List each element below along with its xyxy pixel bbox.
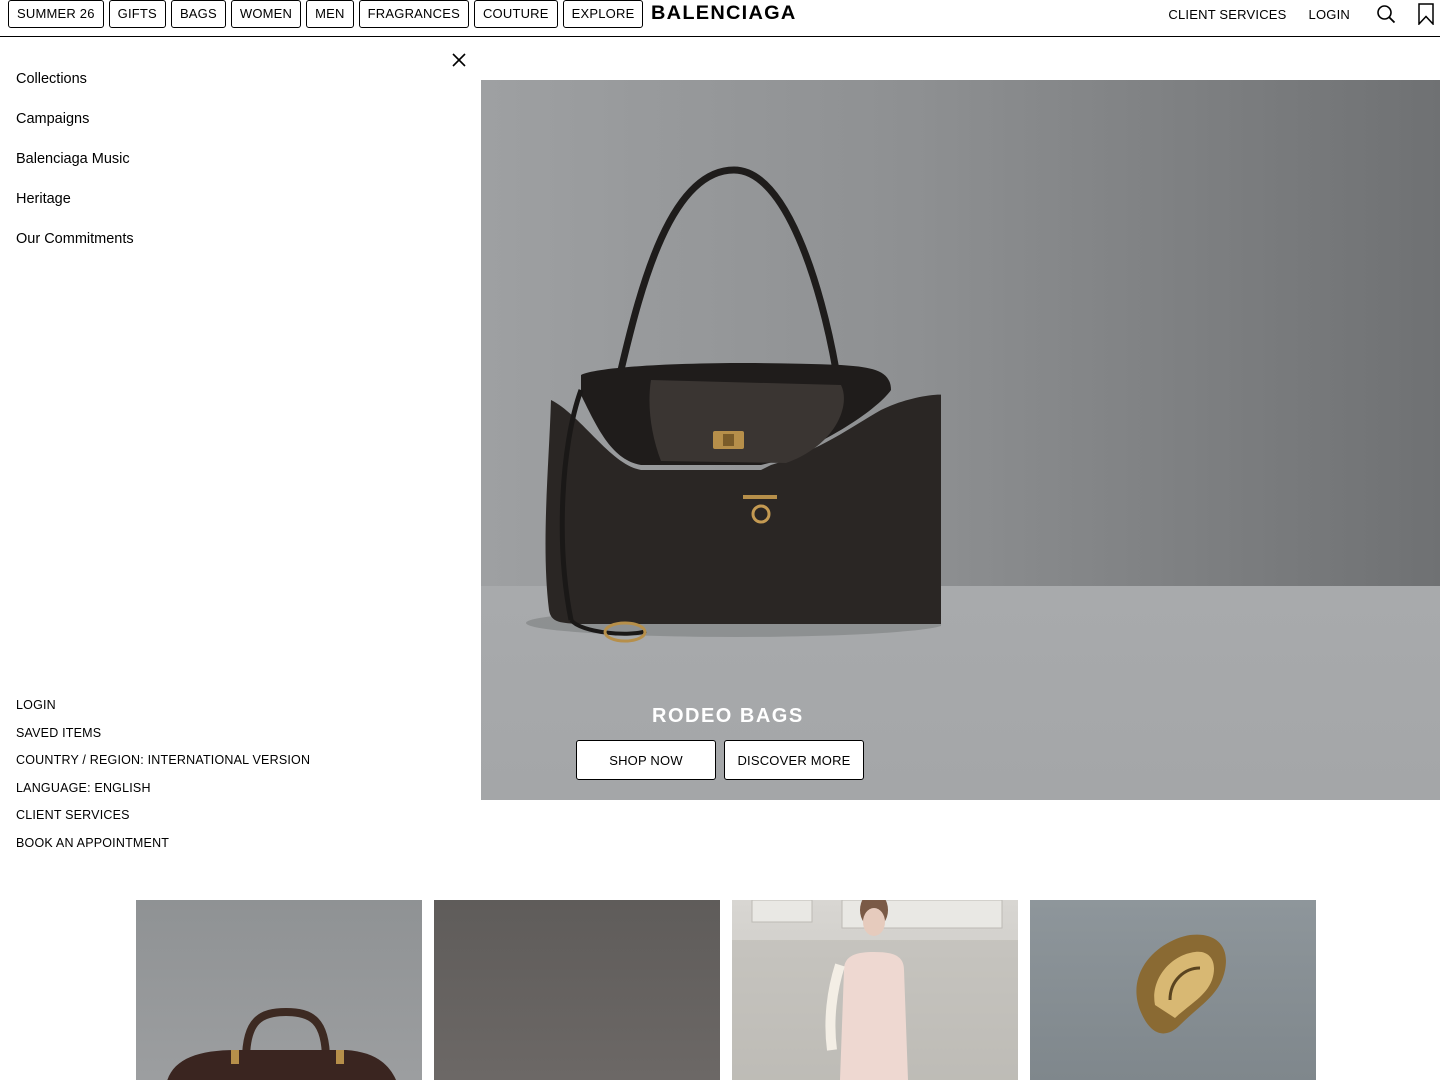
menu-client-services[interactable]: CLIENT SERVICES bbox=[16, 807, 310, 835]
discover-more-button[interactable]: DISCOVER MORE bbox=[724, 740, 864, 780]
nav-fragrances[interactable]: FRAGRANCES bbox=[358, 0, 469, 28]
tile-gold-image bbox=[1136, 934, 1226, 1034]
nav-summer-26[interactable]: SUMMER 26 bbox=[8, 0, 104, 28]
menu-country-region[interactable]: COUNTRY / REGION: INTERNATIONAL VERSION bbox=[16, 752, 310, 780]
tile-model-image bbox=[732, 900, 1018, 1080]
close-icon[interactable] bbox=[450, 51, 468, 69]
menu-item-balenciaga-music[interactable]: Balenciaga Music bbox=[16, 150, 134, 190]
brand-logo[interactable]: BALENCIAGA bbox=[651, 3, 797, 25]
nav-couture[interactable]: COUTURE bbox=[473, 0, 558, 28]
shop-now-button[interactable]: SHOP NOW bbox=[576, 740, 716, 780]
bookmark-icon[interactable] bbox=[1412, 0, 1440, 28]
menu-language[interactable]: LANGUAGE: ENGLISH bbox=[16, 780, 310, 808]
secondary-menu: LOGIN SAVED ITEMS COUNTRY / REGION: INTE… bbox=[16, 697, 310, 863]
nav-men[interactable]: MEN bbox=[306, 0, 354, 28]
product-tile-gold-object[interactable] bbox=[1030, 900, 1316, 1080]
nav-women[interactable]: WOMEN bbox=[230, 0, 302, 28]
campaign-tile-model[interactable] bbox=[732, 900, 1018, 1080]
nav-explore[interactable]: EXPLORE bbox=[562, 0, 644, 28]
menu-item-our-commitments[interactable]: Our Commitments bbox=[16, 230, 134, 270]
tile-bag-image bbox=[167, 1007, 396, 1080]
login-link[interactable]: LOGIN bbox=[1309, 7, 1350, 22]
hero-title: RODEO BAGS bbox=[652, 705, 804, 727]
product-tile-dark[interactable] bbox=[434, 900, 720, 1080]
search-icon[interactable] bbox=[1372, 0, 1400, 28]
menu-item-collections[interactable]: Collections bbox=[16, 70, 134, 110]
primary-menu: Collections Campaigns Balenciaga Music H… bbox=[16, 70, 134, 270]
product-tile-bag[interactable] bbox=[136, 900, 422, 1080]
client-services-link[interactable]: CLIENT SERVICES bbox=[1168, 7, 1286, 22]
main-nav: SUMMER 26 GIFTS BAGS WOMEN MEN FRAGRANCE… bbox=[8, 0, 644, 28]
menu-saved-items[interactable]: SAVED ITEMS bbox=[16, 725, 310, 753]
nav-bags[interactable]: BAGS bbox=[170, 0, 226, 28]
site-header: SUMMER 26 GIFTS BAGS WOMEN MEN FRAGRANCE… bbox=[0, 0, 1440, 37]
menu-book-appointment[interactable]: BOOK AN APPOINTMENT bbox=[16, 835, 310, 863]
nav-gifts[interactable]: GIFTS bbox=[108, 0, 166, 28]
hero-banner[interactable]: RODEO BAGS SHOP NOW DISCOVER MORE bbox=[481, 80, 1440, 800]
menu-login[interactable]: LOGIN bbox=[16, 697, 310, 725]
menu-item-campaigns[interactable]: Campaigns bbox=[16, 110, 134, 150]
header-actions: CLIENT SERVICES LOGIN bbox=[1168, 0, 1440, 28]
rodeo-bag-image bbox=[526, 166, 941, 643]
menu-item-heritage[interactable]: Heritage bbox=[16, 190, 134, 230]
